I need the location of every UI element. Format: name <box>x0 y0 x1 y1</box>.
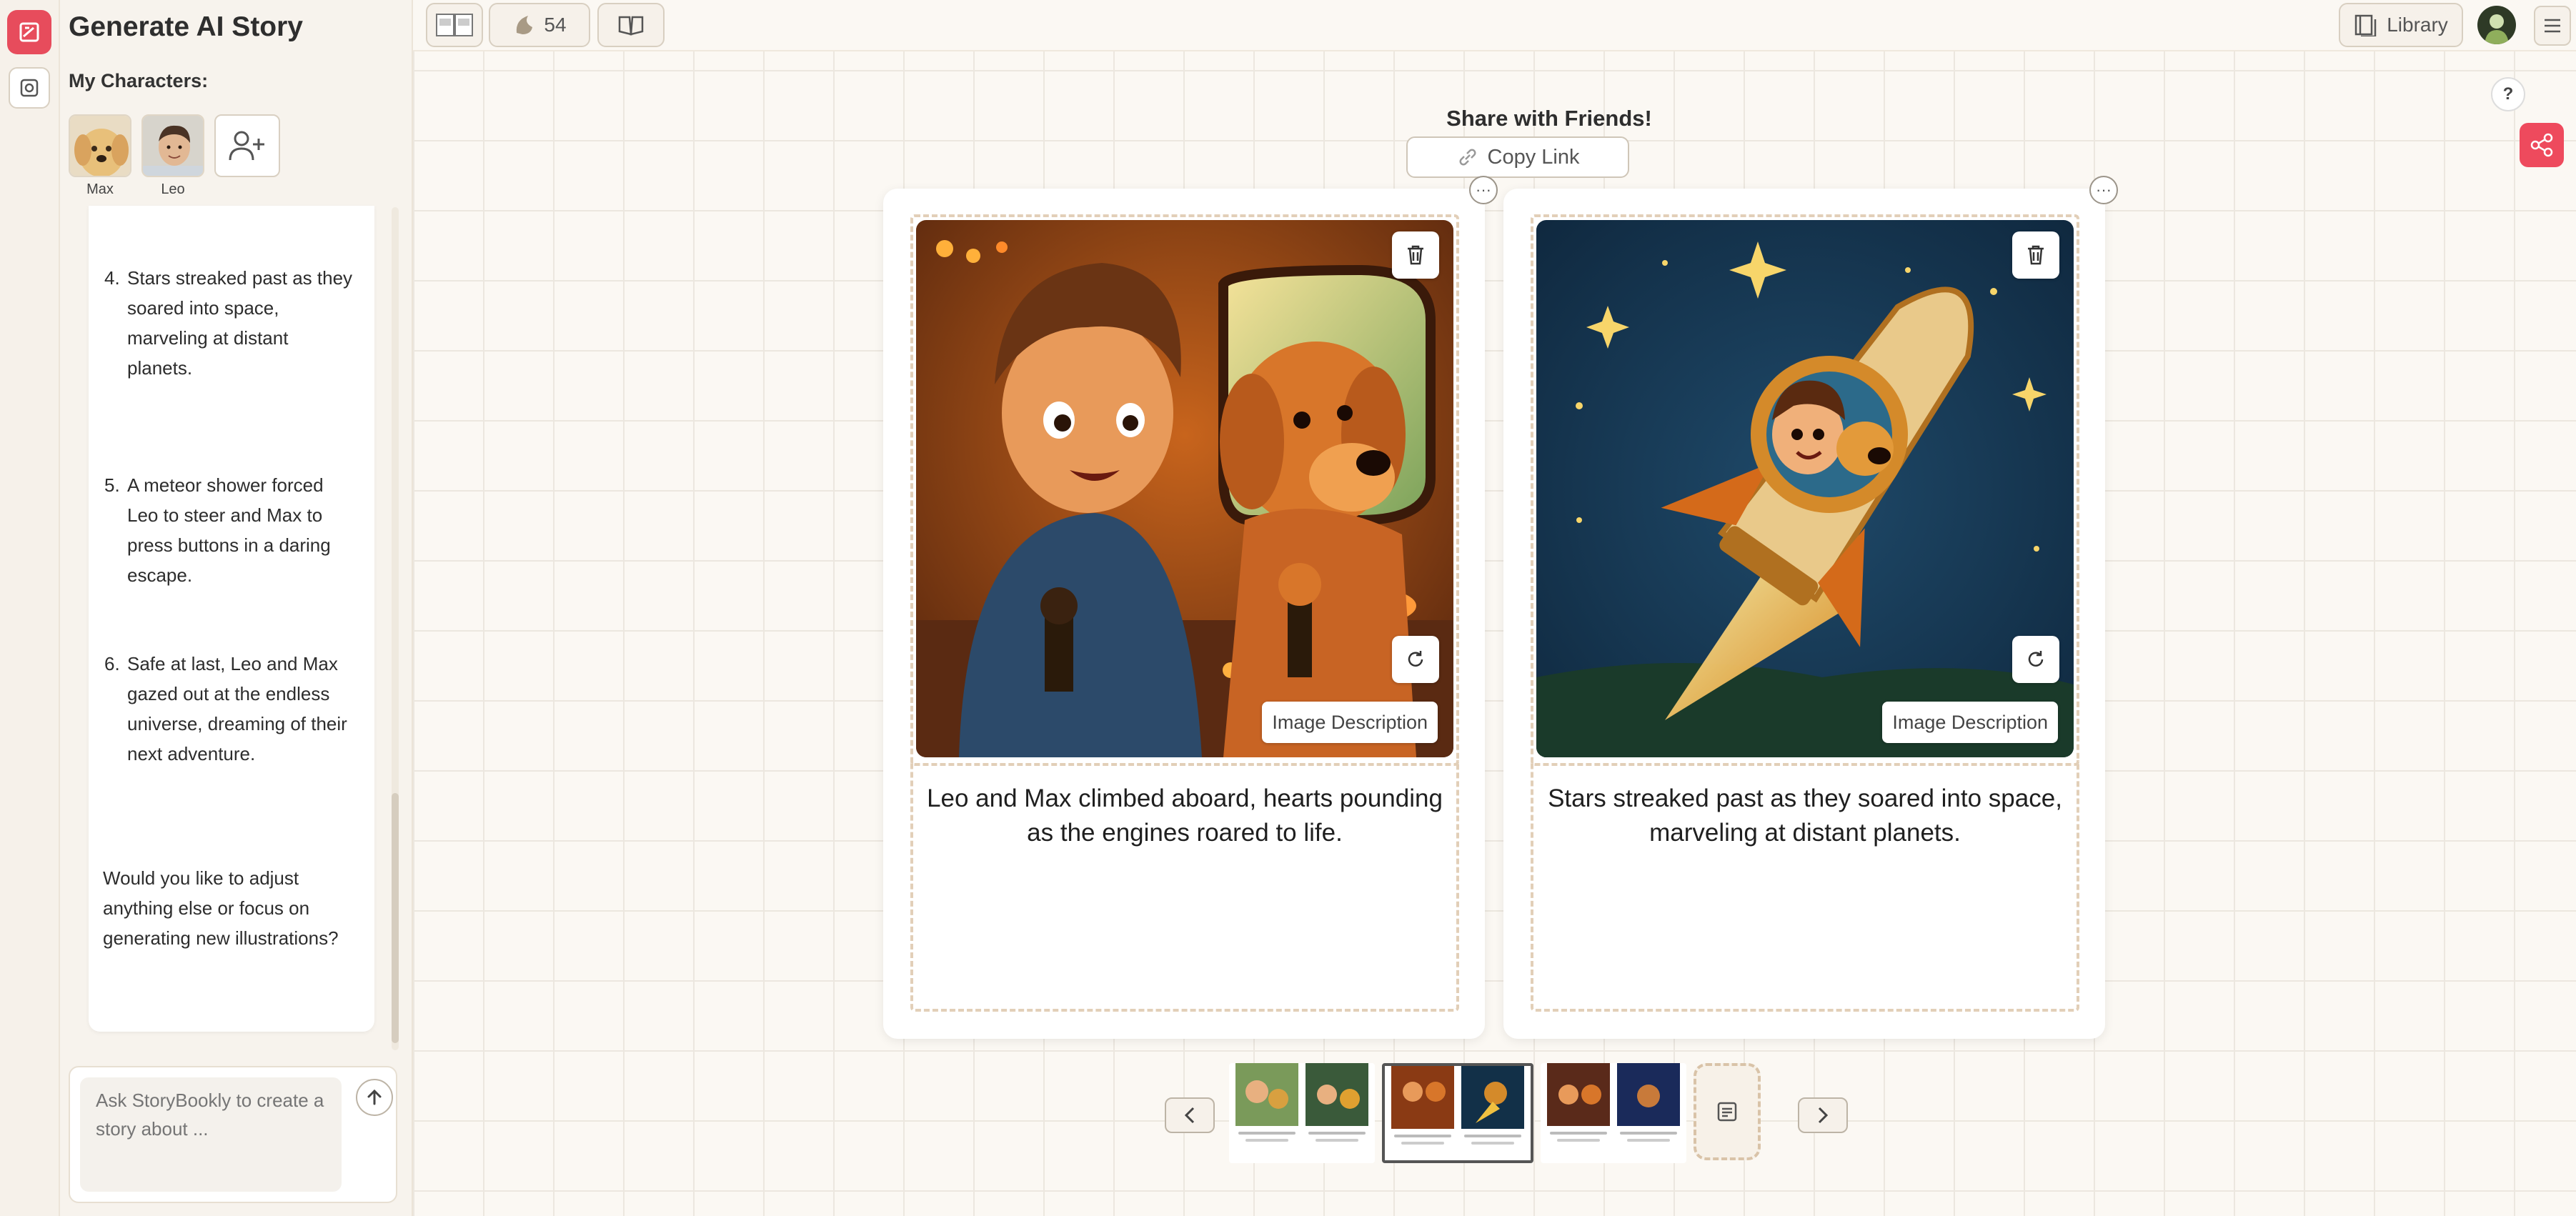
thumbnail <box>1546 1063 1611 1157</box>
image-description-button[interactable]: Image Description <box>1262 702 1438 743</box>
chat-input[interactable] <box>80 1077 342 1192</box>
regenerate-icon <box>1408 651 1423 667</box>
send-arrow-icon <box>367 1089 382 1105</box>
icon-rail <box>0 0 60 1216</box>
copy-link-button[interactable]: Copy Link <box>1406 136 1629 178</box>
link-icon <box>1459 149 1476 166</box>
send-button[interactable] <box>356 1079 393 1116</box>
library-icon <box>2354 14 2377 36</box>
characters-label: My Characters: <box>69 70 209 91</box>
share-title: Share with Friends! <box>1446 106 1652 131</box>
next-page-button[interactable] <box>1798 1097 1848 1133</box>
help-button[interactable]: ? <box>2491 77 2525 111</box>
credits-count: 54 <box>544 14 567 36</box>
page-illustration[interactable]: Image Description <box>1536 220 2074 757</box>
trash-icon <box>2028 245 2044 265</box>
list-item: 6. Safe at last, Leo and Max gazed out a… <box>104 653 347 764</box>
more-icon[interactable]: ··· <box>1469 176 1498 204</box>
book-view-button[interactable] <box>426 3 483 47</box>
regenerate-image-button[interactable] <box>1392 636 1439 683</box>
credits-button[interactable]: 54 <box>489 3 590 47</box>
share-icon <box>2530 133 2553 157</box>
add-page-button[interactable] <box>1694 1063 1761 1160</box>
character-avatar-leo[interactable] <box>141 114 204 177</box>
chat-scrollbar-thumb[interactable] <box>392 793 399 1043</box>
add-character-button[interactable] <box>214 114 280 177</box>
add-page-icon <box>1717 1102 1737 1122</box>
list-item: 5. A meteor shower forced Leo to steer a… <box>104 474 331 586</box>
add-character-icon <box>229 131 264 161</box>
image-description-button[interactable]: Image Description <box>1882 702 2058 743</box>
page-thumbnail-3[interactable] <box>1541 1063 1686 1163</box>
chevron-left-icon <box>1184 1107 1195 1124</box>
read-mode-button[interactable] <box>597 3 665 47</box>
story-page-left[interactable]: ··· Image Description Leo and Max climbe… <box>883 176 1498 1039</box>
page-title: Generate AI Story <box>69 11 303 42</box>
library-label: Library <box>2387 14 2448 36</box>
copy-link-label: Copy Link <box>1487 145 1580 169</box>
character-name: Leo <box>161 181 185 197</box>
page-text[interactable]: Leo and Max climbed aboard, hearts pound… <box>926 782 1443 850</box>
share-button[interactable] <box>2520 123 2564 167</box>
list-item: 4. Stars streaked past as they soared in… <box>104 267 353 379</box>
character-avatar-max[interactable] <box>69 114 131 177</box>
thumbnail <box>1305 1063 1369 1157</box>
library-button[interactable]: Library <box>2339 3 2463 47</box>
menu-icon <box>2545 19 2560 33</box>
regenerate-icon <box>2028 651 2044 667</box>
thumbnail <box>1461 1066 1525 1160</box>
credits-icon <box>517 16 533 34</box>
page-thumbnail-2-active[interactable] <box>1382 1063 1533 1163</box>
storybook-logo-icon[interactable] <box>7 10 51 54</box>
page-text[interactable]: Stars streaked past as they soared into … <box>1546 782 2064 850</box>
character-name: Max <box>86 181 114 197</box>
story-page-right[interactable]: ··· Image Description Stars streaked pas… <box>1503 176 2118 1039</box>
delete-image-button[interactable] <box>2012 231 2059 279</box>
settings-icon[interactable] <box>9 67 50 109</box>
top-toolbar: 54 Library <box>413 0 2576 51</box>
chat-panel: Generate AI Story My Characters: Max Leo… <box>60 0 413 1216</box>
assistant-message: 4. Stars streaked past as they soared in… <box>89 206 374 1032</box>
trash-icon <box>1408 245 1423 265</box>
page-illustration[interactable]: Image Description <box>916 220 1453 757</box>
thumbnail <box>1391 1066 1455 1160</box>
regenerate-image-button[interactable] <box>2012 636 2059 683</box>
book-spread-icon <box>436 14 473 36</box>
delete-image-button[interactable] <box>1392 231 1439 279</box>
character-max[interactable]: Max <box>69 114 131 198</box>
avatar[interactable] <box>2477 6 2516 44</box>
prev-page-button[interactable] <box>1165 1097 1215 1133</box>
menu-button[interactable] <box>2534 6 2571 46</box>
open-book-icon <box>618 16 644 36</box>
character-leo[interactable]: Leo <box>141 114 204 198</box>
chat-composer <box>69 1066 397 1203</box>
thumbnail <box>1235 1063 1299 1157</box>
more-icon[interactable]: ··· <box>2089 176 2118 204</box>
thumbnail <box>1616 1063 1681 1157</box>
assistant-question: Would you like to adjust anything else o… <box>103 867 339 949</box>
page-thumbnail-1[interactable] <box>1229 1063 1375 1163</box>
story-canvas: 54 Library Share with Friends! Copy Link… <box>413 0 2576 1216</box>
chevron-right-icon <box>1818 1107 1829 1124</box>
